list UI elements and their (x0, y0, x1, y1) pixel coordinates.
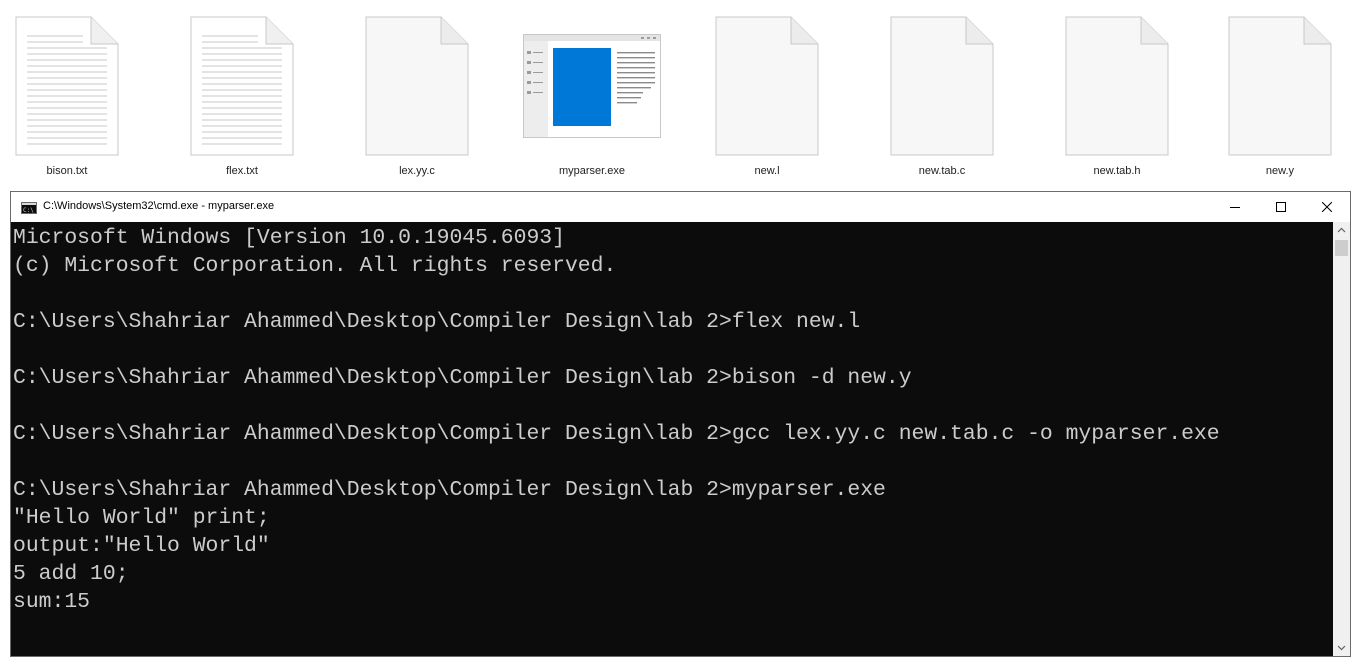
window-title: C:\Windows\System32\cmd.exe - myparser.e… (43, 200, 275, 212)
file-myparser-exe[interactable]: myparser.exe (512, 14, 672, 184)
console-line: (c) Microsoft Corporation. All rights re… (13, 254, 617, 278)
console-output[interactable]: Microsoft Windows [Version 10.0.19045.60… (11, 222, 1333, 656)
minimize-icon (1230, 207, 1240, 208)
file-new-tab-c[interactable]: new.tab.c (862, 14, 1022, 184)
scroll-down-arrow-icon[interactable] (1333, 639, 1350, 656)
console-line: C:\Users\Shahriar Ahammed\Desktop\Compil… (13, 478, 886, 502)
text-document-icon (15, 16, 119, 156)
close-icon (1322, 202, 1332, 212)
file-flex-txt[interactable]: flex.txt (162, 14, 322, 184)
console-line: Microsoft Windows [Version 10.0.19045.60… (13, 226, 565, 250)
console-line: C:\Users\Shahriar Ahammed\Desktop\Compil… (13, 310, 861, 334)
file-name: new.y (1265, 165, 1295, 177)
file-name: bison.txt (46, 165, 88, 177)
title-bar[interactable]: C:\ C:\Windows\System32\cmd.exe - mypars… (11, 192, 1350, 222)
desktop-file-area: bison.txt flex.txt lex.yy.c myparser.exe… (0, 0, 1361, 190)
text-document-icon (190, 16, 294, 156)
file-name: new.tab.c (918, 165, 966, 177)
file-name: flex.txt (226, 165, 258, 177)
cmd-window[interactable]: C:\ C:\Windows\System32\cmd.exe - mypars… (10, 191, 1351, 657)
console-line: C:\Users\Shahriar Ahammed\Desktop\Compil… (13, 422, 1220, 446)
blank-document-icon (1065, 16, 1169, 156)
blank-document-icon (365, 16, 469, 156)
console-line: 5 add 10; (13, 562, 129, 586)
maximize-button[interactable] (1258, 192, 1304, 222)
minimize-button[interactable] (1212, 192, 1258, 222)
file-name: new.l (754, 165, 780, 177)
file-lex-yy-c[interactable]: lex.yy.c (337, 14, 497, 184)
file-new-tab-h[interactable]: new.tab.h (1037, 14, 1197, 184)
console-line: sum:15 (13, 590, 91, 614)
application-window-icon (523, 34, 661, 138)
file-new-l[interactable]: new.l (687, 14, 847, 184)
file-name: myparser.exe (558, 165, 626, 177)
file-name: lex.yy.c (399, 165, 435, 177)
console-line: "Hello World" print; (13, 506, 270, 530)
file-bison-txt[interactable]: bison.txt (0, 14, 147, 184)
cmd-icon: C:\ (21, 201, 37, 214)
file-new-y[interactable]: new.y (1200, 14, 1360, 184)
scroll-up-arrow-icon[interactable] (1333, 222, 1350, 239)
scrollbar-thumb[interactable] (1335, 240, 1348, 256)
file-name: new.tab.h (1093, 165, 1141, 177)
blank-document-icon (715, 16, 819, 156)
console-line: output:"Hello World" (13, 534, 270, 558)
vertical-scrollbar[interactable] (1333, 222, 1350, 656)
svg-text:C:\: C:\ (23, 207, 34, 214)
close-button[interactable] (1304, 192, 1350, 222)
console-line: C:\Users\Shahriar Ahammed\Desktop\Compil… (13, 366, 912, 390)
maximize-icon (1276, 202, 1286, 212)
blank-document-icon (1228, 16, 1332, 156)
blank-document-icon (890, 16, 994, 156)
